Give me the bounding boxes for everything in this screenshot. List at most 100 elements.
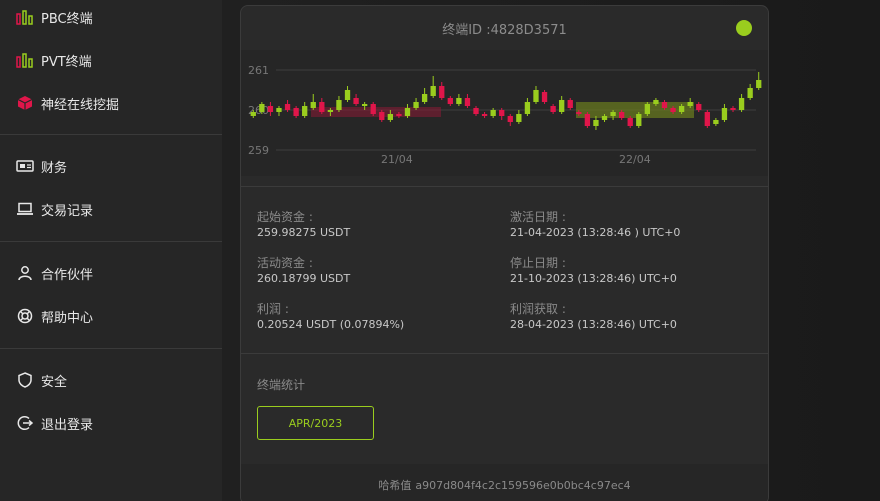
- candle-body: [250, 112, 256, 116]
- logout-icon: [16, 414, 34, 432]
- candle-body: [319, 102, 325, 112]
- active-funds-value: 260.18799 USDT: [257, 272, 351, 285]
- sidebar-item-label: 帮助中心: [41, 310, 94, 326]
- candle-body: [344, 90, 351, 100]
- sidebar-item-pvt-terminal[interactable]: PVT终端: [16, 49, 92, 71]
- x-tick-label: 22/04: [619, 153, 651, 166]
- candle-body: [379, 112, 385, 120]
- candle-body: [464, 98, 471, 106]
- candle-body: [601, 116, 608, 120]
- candle-body: [584, 114, 591, 126]
- candle-body: [456, 98, 462, 104]
- section-divider: [241, 353, 768, 354]
- candle-body: [516, 114, 522, 122]
- shield-icon: [16, 371, 34, 389]
- candle-body: [507, 116, 513, 122]
- stop-date-label: 停止日期 :: [510, 256, 566, 270]
- candle-body: [670, 108, 676, 112]
- sidebar-item-partners[interactable]: 合作伙伴: [16, 262, 93, 284]
- profit-taking-label: 利润获取 :: [510, 302, 566, 316]
- candle-body: [627, 118, 633, 126]
- candle-body: [490, 110, 496, 116]
- candle-body: [610, 112, 616, 116]
- candle-body: [361, 104, 368, 106]
- lifebuoy-icon: [16, 307, 34, 325]
- sidebar-item-help-center[interactable]: 帮助中心: [16, 305, 93, 327]
- candlestick-chart: 261 260 259 21/04 22/04: [248, 64, 762, 166]
- profit-value: 0.20524 USDT (0.07894%): [257, 318, 405, 331]
- active-funds-label: 活动资金 :: [257, 256, 313, 270]
- stop-date-value: 21-10-2023 (13:28:46) UTC+0: [510, 272, 677, 285]
- candles: [250, 72, 762, 130]
- candle-body: [353, 98, 359, 104]
- candle-body: [738, 98, 745, 110]
- candle-body: [404, 108, 411, 116]
- sidebar-item-label: PBC终端: [41, 11, 93, 27]
- bar-chart-icon: [16, 8, 34, 26]
- candle-body: [593, 120, 599, 126]
- hash-value: a907d804f4c2c159596e0b0bc4c97ec4: [415, 478, 631, 492]
- sidebar-item-pbc-terminal[interactable]: PBC终端: [16, 6, 93, 28]
- candle-body: [481, 114, 488, 116]
- candle-body: [747, 88, 753, 98]
- sidebar-item-logout[interactable]: 退出登录: [16, 412, 93, 434]
- candle-body: [687, 102, 693, 106]
- candle-body: [327, 110, 334, 112]
- candle-body: [473, 108, 479, 114]
- sidebar-item-security[interactable]: 安全: [16, 369, 67, 391]
- hash-label: 哈希值: [378, 479, 412, 492]
- candle-body: [524, 102, 531, 114]
- cube-icon: [16, 94, 34, 112]
- sidebar-divider: [0, 348, 222, 349]
- user-icon: [16, 264, 34, 282]
- candle-body: [721, 108, 728, 120]
- candle-body: [336, 100, 342, 110]
- sidebar-item-label: 神经在线挖掘: [41, 97, 120, 113]
- terminal-id: 终端ID :4828D3571: [442, 22, 567, 38]
- sidebar-item-label: PVT终端: [41, 54, 92, 70]
- profit-label: 利润 :: [257, 302, 289, 316]
- sidebar-divider: [0, 241, 222, 242]
- candle-body: [396, 114, 402, 116]
- candle-body: [644, 104, 651, 114]
- candle-body: [696, 104, 702, 110]
- sidebar-item-finance[interactable]: 财务: [16, 155, 67, 177]
- candle-body: [421, 94, 428, 102]
- start-funds-value: 259.98275 USDT: [257, 226, 351, 239]
- activation-date-value: 21-04-2023 (13:28:46 ) UTC+0: [510, 226, 681, 239]
- wallet-icon: [16, 157, 34, 175]
- candle-body: [661, 102, 668, 108]
- candle-body: [730, 108, 736, 110]
- section-divider: [241, 186, 768, 187]
- sidebar-item-neural-mining[interactable]: 神经在线挖掘: [16, 92, 119, 114]
- candle-body: [576, 112, 582, 114]
- sidebar-divider: [0, 134, 222, 135]
- candle-body: [713, 120, 719, 124]
- start-funds-label: 起始资金 :: [257, 210, 313, 224]
- terminal-stats-title: 终端统计: [257, 378, 306, 392]
- terminal-card: 终端ID :4828D3571 261 260 259 21/04 22/04 …: [240, 5, 769, 501]
- profit-taking-value: 28-04-2023 (13:28:46) UTC+0: [510, 318, 677, 331]
- y-tick-label: 261: [248, 64, 269, 77]
- candle-body: [653, 100, 659, 104]
- sidebar-item-label: 交易记录: [41, 203, 94, 219]
- sidebar-item-label: 合作伙伴: [41, 267, 94, 283]
- candle-body: [533, 90, 539, 102]
- bar-chart-icon: [16, 51, 34, 69]
- candle-body: [756, 80, 762, 88]
- candle-body: [567, 100, 573, 108]
- candle-body: [678, 106, 685, 112]
- sidebar-item-transactions[interactable]: 交易记录: [16, 198, 93, 220]
- month-button[interactable]: APR/2023: [257, 406, 374, 440]
- candle-body: [293, 108, 299, 116]
- price-chart: 261 260 259 21/04 22/04: [241, 50, 768, 176]
- candle-body: [302, 106, 308, 116]
- candle-body: [439, 86, 445, 98]
- x-tick-label: 21/04: [381, 153, 413, 166]
- candle-body: [284, 104, 291, 110]
- candle-body: [447, 98, 453, 104]
- candle-body: [559, 100, 565, 112]
- candle-body: [550, 106, 556, 112]
- candle-body: [636, 114, 642, 126]
- laptop-icon: [16, 200, 34, 218]
